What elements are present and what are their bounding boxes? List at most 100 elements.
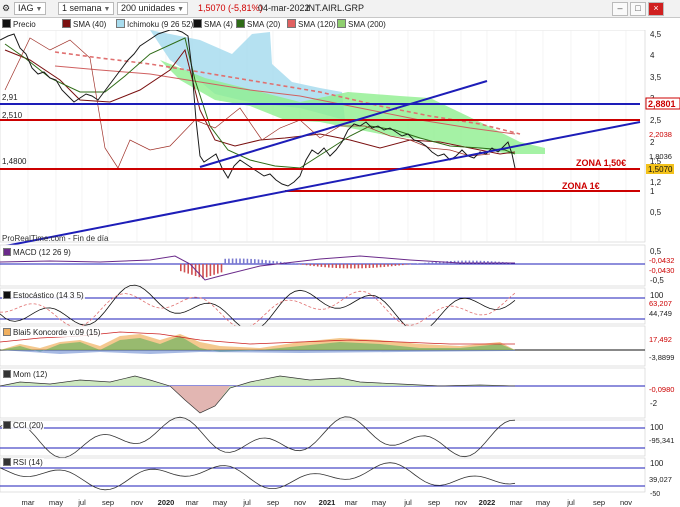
x-axis-label: may [372, 498, 386, 507]
x-axis-label: mar [22, 498, 35, 507]
legend-sma200[interactable]: SMA (200) [337, 19, 386, 29]
x-axis-label: jul [566, 498, 575, 507]
timeframe-selector[interactable]: 1 semana ▼ [58, 2, 115, 15]
macd-bar [387, 264, 389, 267]
macd-bar [346, 264, 349, 269]
macd-bar [353, 264, 356, 269]
macd-panel: 0,5 -0,5 -0,0432 -0,0430 [0, 244, 674, 287]
macd-bar [242, 258, 245, 264]
minimize-icon[interactable]: – [612, 2, 628, 16]
x-axis-label: may [213, 498, 227, 507]
macd-label[interactable]: MACD (12 26 9) [2, 248, 72, 257]
cci-panel: 100 -95,341 [0, 416, 674, 459]
level-label-2-91: 2,91 [2, 93, 18, 102]
x-axis: mar may jul sep nov 2020 mar may jul sep nov 2021 ma… [22, 498, 633, 507]
macd-bar [435, 261, 437, 264]
price-change: 1,5070 (-5,81%) [198, 3, 263, 13]
units-selector[interactable]: 200 unidades ▼ [117, 2, 188, 15]
main-price-panel: 4,543,532,521,51,210,5 2,91 2,510 1,4800… [0, 30, 680, 248]
macd-bar [261, 259, 263, 264]
legend-sma20-label: SMA (20) [247, 20, 281, 29]
cci-label-text: CCI (20) [13, 421, 44, 430]
macd-bar [265, 260, 267, 264]
macd-label-text: MACD (12 26 9) [13, 248, 71, 257]
chevron-down-icon: ▼ [103, 6, 111, 13]
legend-sma40[interactable]: SMA (40) [62, 19, 106, 29]
badge-1-8036-text: 1,8036 [649, 152, 672, 161]
sma4-swatch [193, 19, 202, 28]
legend-sma200-label: SMA (200) [348, 20, 386, 29]
x-axis-label: mar [510, 498, 523, 507]
macd-bar [365, 264, 367, 269]
macd-bar [479, 260, 482, 264]
legend-sma120-label: SMA (120) [298, 20, 336, 29]
x-axis-label: nov [294, 498, 306, 507]
symbol-selector[interactable]: IAG ▼ [14, 2, 47, 15]
rsi-label[interactable]: RSI (14) [2, 458, 44, 467]
macd-bar [254, 259, 256, 264]
blai5-swatch [3, 328, 11, 336]
macd-bar [357, 264, 360, 269]
macd-bar [305, 264, 308, 266]
macd-bar [217, 264, 219, 274]
legend-sma120[interactable]: SMA (120) [287, 19, 336, 29]
chart-area[interactable]: 4,543,532,521,51,210,5 2,91 2,510 1,4800… [0, 30, 680, 507]
legend-ichimoku[interactable]: Ichimoku (9 26 52) [116, 19, 193, 29]
stoch-value-a: 63,207 [649, 299, 672, 308]
rsi-value: 39,027 [649, 475, 672, 484]
legend-sma4[interactable]: SMA (4) [193, 19, 233, 29]
legend-price[interactable]: Precio [2, 19, 36, 29]
mom-label[interactable]: Mom (12) [2, 370, 49, 379]
x-axis-label: sep [267, 498, 279, 507]
mom-value: -0,0980 [649, 385, 674, 394]
legend-price-label: Precio [13, 20, 36, 29]
x-axis-label: nov [620, 498, 632, 507]
y-tick-label: 2,5 [650, 116, 662, 125]
x-axis-label: may [536, 498, 550, 507]
macd-bar [457, 260, 460, 264]
close-icon[interactable]: × [648, 2, 664, 16]
cci-tick: 100 [650, 423, 664, 432]
mom-tick: -2 [650, 399, 658, 408]
badge-2-2038-text: 2,2038 [649, 130, 672, 139]
macd-bar [291, 263, 293, 264]
cci-label[interactable]: CCI (20) [2, 421, 45, 430]
sma20-swatch [236, 19, 245, 28]
rsi-tick-bottom: -50 [650, 491, 660, 498]
macd-bar [239, 258, 241, 264]
x-axis-label: 2020 [158, 498, 175, 507]
ichimoku-swatch [116, 19, 125, 28]
macd-bar [250, 258, 252, 264]
settings-icon[interactable]: ⚙ [2, 3, 10, 14]
macd-bar [420, 263, 423, 264]
macd-bar [320, 264, 323, 267]
macd-bar [350, 264, 352, 269]
macd-bar [405, 264, 408, 265]
macd-bar [309, 264, 312, 266]
legend-ichimoku-label: Ichimoku (9 26 52) [127, 20, 194, 29]
cci-swatch [3, 421, 11, 429]
rsi-tick-top: 100 [650, 459, 664, 468]
zone-label-1-00: ZONA 1€ [562, 181, 600, 191]
y-tick-label: 0,5 [650, 208, 662, 217]
macd-bar [272, 260, 275, 264]
macd-bar [335, 264, 337, 269]
x-axis-label: jul [242, 498, 251, 507]
momentum-panel: -2 -0,0980 [0, 367, 674, 419]
x-axis-label: sep [102, 498, 114, 507]
top-toolbar: ⚙ IAG ▼ 1 semana ▼ 200 unidades ▼ 1,5070 (-… [0, 0, 680, 18]
macd-bar [427, 262, 430, 264]
maximize-icon[interactable]: □ [630, 2, 646, 16]
stoch-label[interactable]: Estocástico (14 3 5) [2, 291, 85, 300]
y-tick-label: 2 [650, 138, 655, 147]
stoch-swatch [3, 291, 11, 299]
sma40-swatch [62, 19, 71, 28]
sma200-swatch [337, 19, 346, 28]
legend-sma20[interactable]: SMA (20) [236, 19, 280, 29]
blai5-label[interactable]: Blai5 Koncorde v.09 (15) [2, 328, 102, 337]
symbol-text: IAG [18, 3, 34, 13]
chevron-down-icon: ▼ [177, 6, 184, 13]
macd-bar [187, 264, 189, 274]
macd-bar [257, 259, 260, 264]
y-tick-label: 1,2 [650, 178, 662, 187]
